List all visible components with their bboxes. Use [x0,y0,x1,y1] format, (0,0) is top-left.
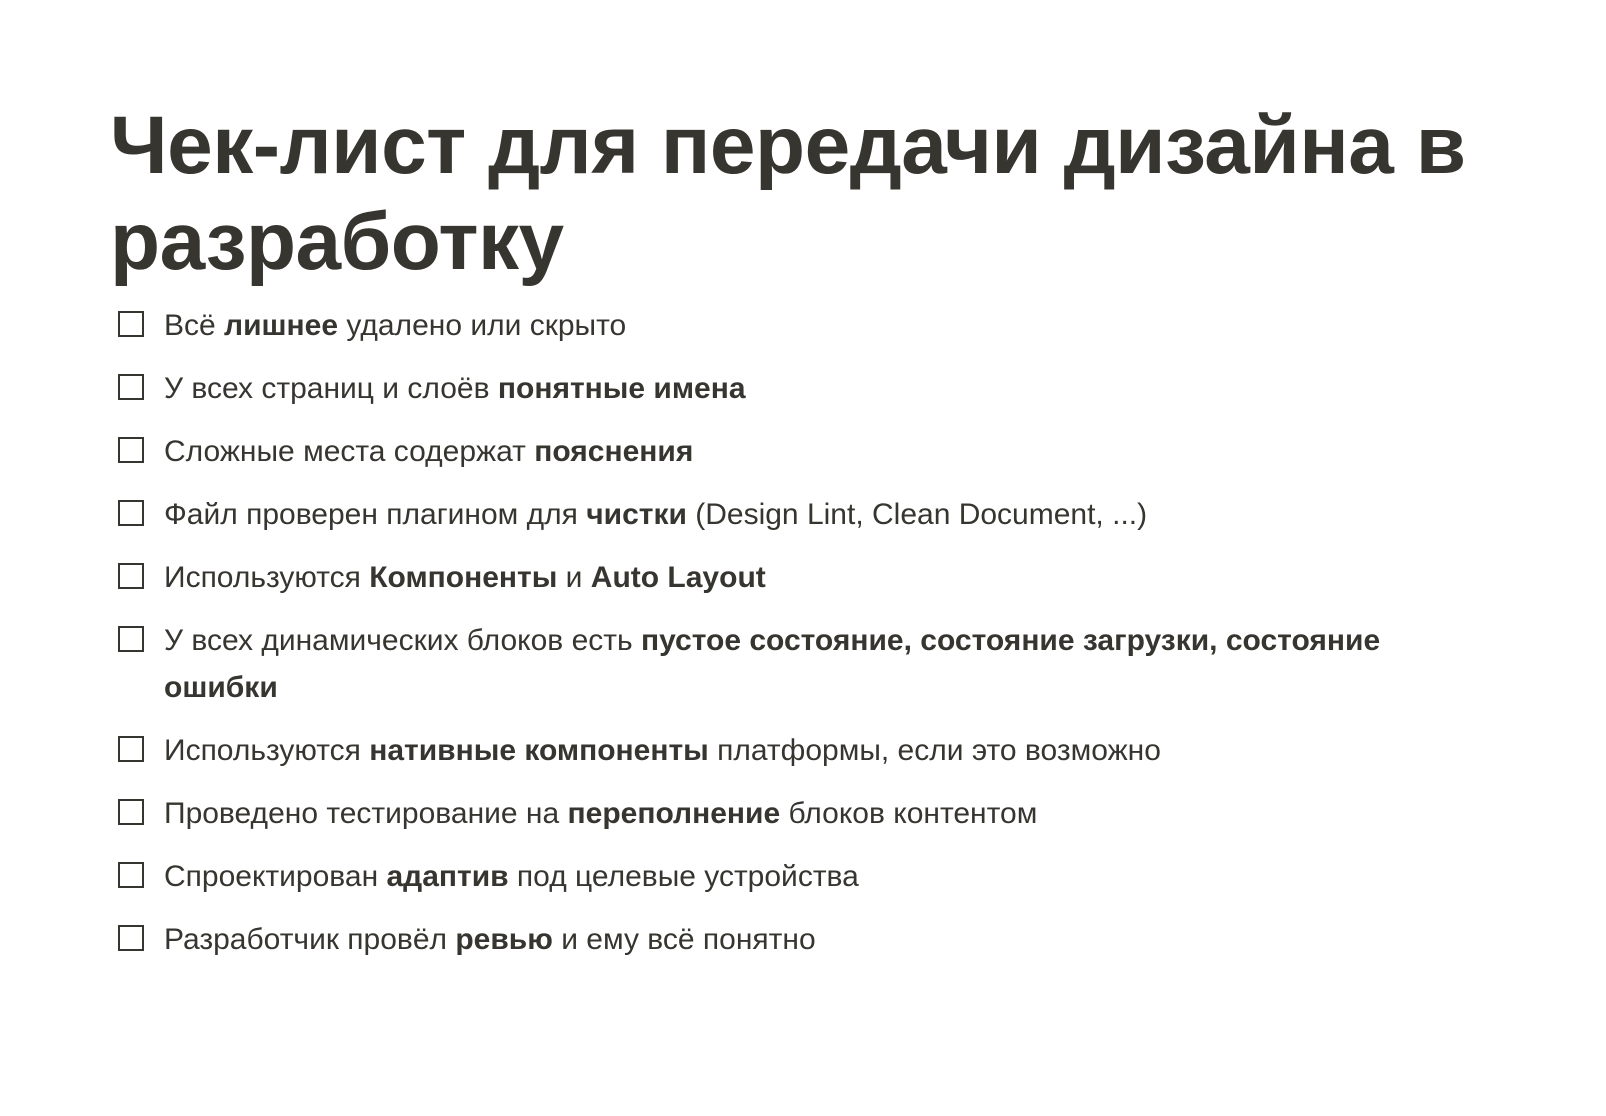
text-segment: платформы, если это возможно [708,734,1161,767]
text-segment: У всех страниц и слоёв [164,372,498,405]
bold-text: переполнение [567,797,781,830]
text-segment: Разработчик провёл [164,923,456,956]
checklist-item[interactable]: Сложные места содержат пояснения [110,428,1510,475]
checklist-item[interactable]: У всех динамических блоков есть пустое с… [110,617,1510,711]
bold-text: Auto Layout [590,561,766,594]
checklist-item[interactable]: У всех страниц и слоёв понятные имена [110,365,1510,412]
checkbox-icon[interactable] [118,311,144,337]
checkbox-icon[interactable] [118,862,144,888]
checklist-item-text[interactable]: У всех страниц и слоёв понятные имена [164,365,746,412]
checklist-item-text[interactable]: Спроектирован адаптив под целевые устрой… [164,853,859,900]
text-segment: и [557,561,591,594]
text-segment: (Design Lint, Clean Document, ...) [686,498,1148,531]
checklist-item[interactable]: Используются нативные компоненты платфор… [110,727,1510,774]
text-segment: Спроектирован [164,860,387,893]
checkbox-icon[interactable] [118,626,144,652]
checkbox-icon[interactable] [118,563,144,589]
checklist-item-text[interactable]: Используются Компоненты и Auto Layout [164,554,766,601]
checklist-item[interactable]: Проведено тестирование на переполнение б… [110,790,1510,837]
bold-text: чистки [586,498,687,531]
checklist: Всё лишнее удалено или скрыто У всех стра… [110,302,1510,963]
checklist-item[interactable]: Файл проверен плагином для чистки (Desig… [110,491,1510,538]
checklist-item[interactable]: Разработчик провёл ревью и ему всё понят… [110,916,1510,963]
text-segment: Файл проверен плагином для [164,498,587,531]
text-segment: Используются [164,734,370,767]
page-title[interactable]: Чек-лист для передачи дизайна в разработ… [110,0,1510,290]
checklist-item-text[interactable]: Сложные места содержат пояснения [164,428,693,475]
checkbox-icon[interactable] [118,736,144,762]
text-segment: под целевые устройства [508,860,859,893]
text-segment: удалено или скрыто [338,309,627,342]
checklist-item-text[interactable]: Всё лишнее удалено или скрыто [164,302,626,349]
text-segment: Используются [164,561,370,594]
checklist-item[interactable]: Используются Компоненты и Auto Layout [110,554,1510,601]
checkbox-icon[interactable] [118,925,144,951]
bold-text: нативные компоненты [369,734,709,767]
checkbox-icon[interactable] [118,799,144,825]
bold-text: ревью [455,923,553,956]
checklist-item-text[interactable]: Разработчик провёл ревью и ему всё понят… [164,916,816,963]
bold-text: понятные имена [497,372,746,405]
bold-text: лишнее [224,309,339,342]
checklist-item-text[interactable]: Файл проверен плагином для чистки (Desig… [164,491,1147,538]
text-segment: Всё [164,309,225,342]
checklist-item-text[interactable]: У всех динамических блоков есть пустое с… [164,617,1474,711]
text-segment: У всех динамических блоков есть [164,624,641,657]
checklist-item-text[interactable]: Проведено тестирование на переполнение б… [164,790,1037,837]
text-segment: Сложные места содержат [164,435,535,468]
checkbox-icon[interactable] [118,374,144,400]
text-segment: Проведено тестирование на [164,797,568,830]
checkbox-icon[interactable] [118,437,144,463]
checklist-item-text[interactable]: Используются нативные компоненты платфор… [164,727,1161,774]
text-segment: и ему всё понятно [552,923,816,956]
page-content: Чек-лист для передачи дизайна в разработ… [110,0,1510,979]
text-segment: блоков контентом [780,797,1038,830]
checklist-item[interactable]: Всё лишнее удалено или скрыто [110,302,1510,349]
bold-text: пояснения [534,435,694,468]
checkbox-icon[interactable] [118,500,144,526]
bold-text: Компоненты [369,561,558,594]
checklist-item[interactable]: Спроектирован адаптив под целевые устрой… [110,853,1510,900]
bold-text: адаптив [386,860,509,893]
